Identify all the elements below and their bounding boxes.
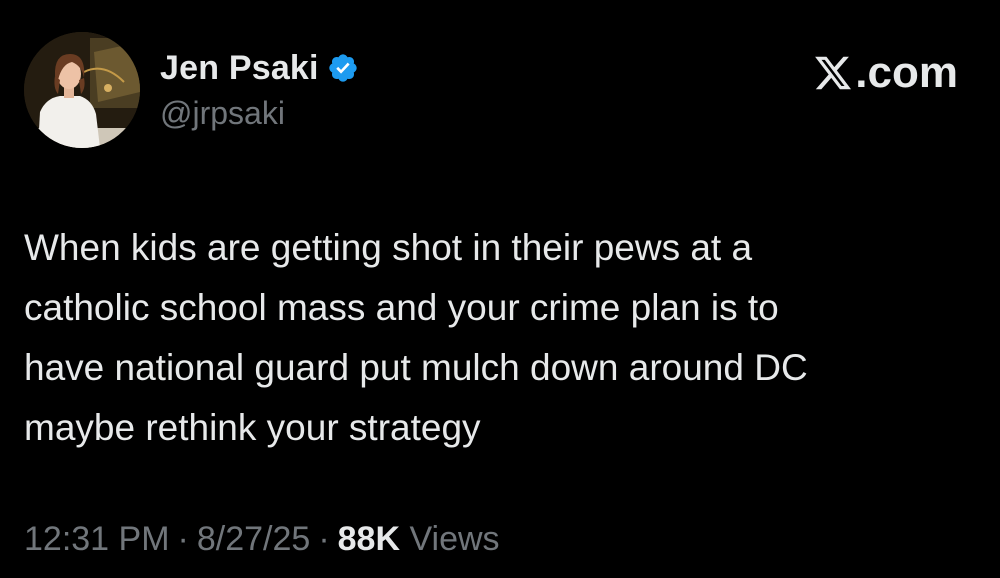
avatar-photo-icon bbox=[24, 32, 140, 148]
brand-label: .com bbox=[812, 48, 958, 98]
views-label: Views bbox=[409, 520, 500, 558]
meta-separator: · bbox=[318, 520, 330, 558]
tweet-text-line: have national guard put mulch down aroun… bbox=[24, 347, 808, 388]
x-logo-icon bbox=[815, 56, 852, 90]
brand-suffix: .com bbox=[855, 48, 958, 97]
avatar[interactable] bbox=[24, 32, 140, 148]
tweet-text: When kids are getting shot in their pews… bbox=[24, 218, 984, 458]
tweet-text-line: maybe rethink your strategy bbox=[24, 407, 481, 448]
tweet-time[interactable]: 12:31 PM bbox=[24, 520, 170, 558]
author-name-row: Jen Psaki bbox=[160, 44, 359, 92]
tweet-date[interactable]: 8/27/25 bbox=[197, 520, 310, 558]
author-display-name[interactable]: Jen Psaki bbox=[160, 49, 319, 88]
views-count[interactable]: 88K bbox=[338, 520, 400, 558]
verified-badge-icon[interactable] bbox=[327, 52, 359, 84]
author-handle[interactable]: @jrpsaki bbox=[160, 95, 285, 132]
tweet-card: Jen Psaki @jrpsaki .com When kids are ge… bbox=[0, 0, 1000, 578]
tweet-text-line: catholic school mass and your crime plan… bbox=[24, 287, 779, 328]
tweet-meta: 12:31 PM · 8/27/25 · 88K Views bbox=[24, 520, 500, 559]
meta-separator: · bbox=[177, 520, 189, 558]
tweet-text-line: When kids are getting shot in their pews… bbox=[24, 227, 753, 268]
